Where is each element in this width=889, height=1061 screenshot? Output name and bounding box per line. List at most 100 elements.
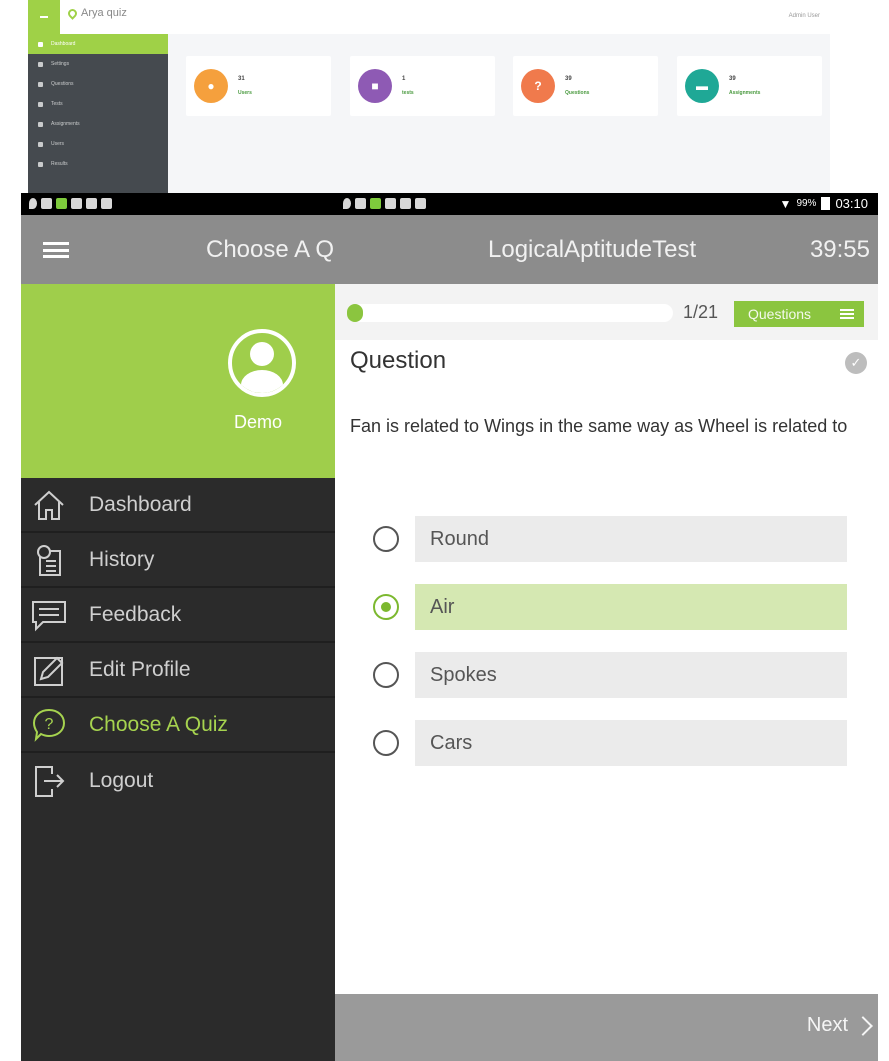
option-box[interactable]: Spokes — [415, 652, 847, 698]
gallery-icon — [355, 198, 366, 209]
menu-item-history[interactable]: History — [21, 533, 335, 588]
menu-item-edit-profile[interactable]: Edit Profile — [21, 643, 335, 698]
next-label: Next — [806, 1014, 848, 1036]
radio-button-selected[interactable] — [373, 594, 399, 620]
app-icon — [56, 198, 67, 209]
user-icon: ● — [194, 69, 228, 103]
radio-button[interactable] — [373, 526, 399, 552]
questions-icon — [38, 81, 43, 87]
web-nav-questions[interactable]: Questions — [28, 74, 168, 94]
next-button[interactable]: Next — [806, 1014, 873, 1037]
assignments-icon — [38, 121, 43, 127]
status-bar: ▼ 99% 03:10 — [21, 193, 878, 215]
option-label: Air — [430, 595, 455, 618]
stat-label: Assignments — [729, 90, 761, 96]
option-round[interactable]: Round — [373, 516, 847, 562]
web-sidebar: Dashboard Settings Questions Tests Assig… — [28, 34, 168, 193]
home-icon — [29, 485, 69, 525]
web-nav-label: Users — [51, 141, 65, 147]
edit-icon — [29, 650, 69, 690]
tests-icon: ■ — [358, 69, 392, 103]
tests-icon — [38, 101, 43, 107]
history-icon — [29, 540, 69, 580]
users-icon — [38, 141, 43, 147]
results-icon — [38, 161, 43, 167]
radio-button[interactable] — [373, 662, 399, 688]
stat-label: tests — [402, 90, 414, 96]
quiz-title: LogicalAptitudeTest — [488, 236, 697, 263]
web-nav-label: Settings — [51, 61, 70, 67]
question-icon: ? — [521, 69, 555, 103]
option-box[interactable]: Round — [415, 516, 847, 562]
avatar-icon[interactable] — [228, 329, 296, 397]
web-user-menu[interactable]: Admin User — [789, 13, 820, 19]
stat-count: 39 — [729, 76, 736, 82]
web-nav-dashboard[interactable]: Dashboard — [28, 34, 168, 54]
radio-button[interactable] — [373, 730, 399, 756]
stat-card-tests[interactable]: ■ 1 tests — [350, 56, 495, 116]
menu-label: Logout — [89, 768, 154, 792]
android-icon — [86, 198, 97, 209]
stat-count: 31 — [238, 76, 245, 82]
web-nav-tests[interactable]: Tests — [28, 94, 168, 114]
question-text: Fan is related to Wings in the same way … — [350, 416, 848, 436]
stat-card-users[interactable]: ● 31 Users — [186, 56, 331, 116]
stat-card-assignments[interactable]: ▬ 39 Assignments — [677, 56, 822, 116]
progress-fill — [347, 304, 363, 322]
questions-button-label: Questions — [748, 306, 812, 322]
web-logo[interactable]: Arya quiz — [66, 6, 127, 20]
web-nav-settings[interactable]: Settings — [28, 54, 168, 74]
menu-item-choose-a-quiz[interactable]: ? Choose A Quiz — [21, 698, 335, 753]
svg-text:?: ? — [45, 716, 54, 733]
gallery-icon — [41, 198, 52, 209]
progress-bar — [347, 304, 673, 322]
option-spokes[interactable]: Spokes — [373, 652, 847, 698]
drawer-menu: Dashboard History Feedback Edit Profile … — [21, 478, 335, 1061]
chevron-right-icon — [853, 1015, 873, 1036]
drawer-toolbar: Choose A Q — [21, 215, 335, 284]
menu-label: Dashboard — [89, 492, 192, 516]
menu-item-dashboard[interactable]: Dashboard — [21, 478, 335, 533]
settings-icon — [38, 61, 43, 67]
web-logo-text: Arya quiz — [81, 7, 127, 19]
android-icon — [415, 198, 426, 209]
feedback-icon — [29, 595, 69, 635]
quiz-body: 1/21 Questions Question ✓ Fan is related… — [335, 284, 878, 994]
menu-label: Edit Profile — [89, 657, 191, 681]
location-icon — [29, 198, 37, 209]
option-cars[interactable]: Cars — [373, 720, 847, 766]
option-label: Round — [430, 527, 489, 550]
android-icon — [101, 198, 112, 209]
battery-icon — [821, 197, 831, 210]
web-nav-label: Dashboard — [51, 41, 76, 47]
assignment-icon: ▬ — [685, 69, 719, 103]
option-box[interactable]: Cars — [415, 720, 847, 766]
option-box[interactable]: Air — [415, 584, 847, 630]
web-topbar: Arya quiz Admin User — [28, 0, 830, 34]
stat-count: 39 — [565, 76, 572, 82]
quiz-toolbar: LogicalAptitudeTest 39:55 — [335, 215, 878, 284]
hamburger-menu-icon[interactable] — [43, 242, 69, 258]
stat-card-questions[interactable]: ? 39 Questions — [513, 56, 658, 116]
logout-icon — [29, 761, 69, 801]
clock: 03:10 — [835, 196, 868, 211]
web-nav-users[interactable]: Users — [28, 134, 168, 154]
quiz-timer: 39:55 — [809, 236, 870, 263]
progress-row: 1/21 Questions — [335, 284, 878, 340]
option-label: Cars — [430, 731, 473, 754]
web-menu-button[interactable] — [28, 0, 60, 34]
web-nav-assignments[interactable]: Assignments — [28, 114, 168, 134]
bottom-bar: Next — [335, 994, 878, 1061]
location-icon — [343, 198, 351, 209]
check-icon[interactable]: ✓ — [845, 352, 867, 374]
progress-count: 1/21 — [683, 302, 719, 322]
dashboard-icon — [38, 41, 43, 47]
status-right: ▼ 99% 03:10 — [780, 196, 868, 211]
questions-button[interactable]: Questions — [734, 301, 864, 327]
option-air[interactable]: Air — [373, 584, 847, 630]
profile-name: Demo — [234, 412, 283, 432]
stat-label: Questions — [565, 90, 590, 96]
menu-item-logout[interactable]: Logout — [21, 753, 335, 808]
web-nav-results[interactable]: Results — [28, 154, 168, 174]
menu-item-feedback[interactable]: Feedback — [21, 588, 335, 643]
